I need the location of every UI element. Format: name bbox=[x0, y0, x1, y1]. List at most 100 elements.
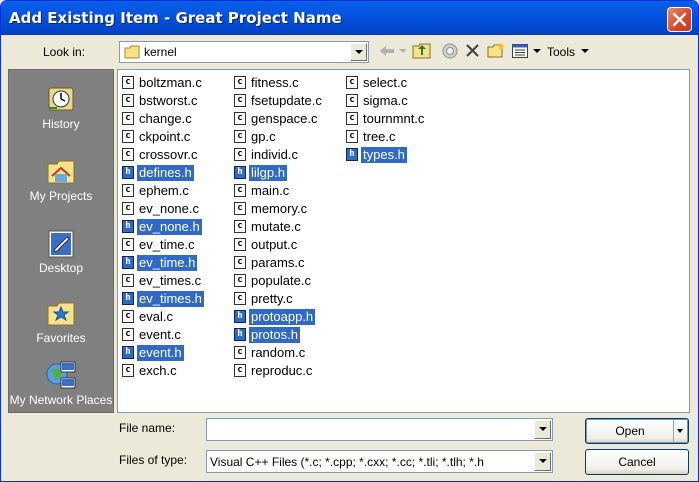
history-icon bbox=[48, 87, 74, 111]
file-name: params.c bbox=[251, 255, 305, 270]
file-name: reproduc.c bbox=[251, 363, 313, 378]
file-name: ev_time.h bbox=[137, 255, 198, 271]
c-source-file-icon: c bbox=[234, 130, 246, 143]
files-of-type-dropdown-button[interactable] bbox=[534, 452, 551, 471]
file-name: sigma.c bbox=[363, 93, 408, 108]
header-file-icon: h bbox=[234, 328, 246, 341]
file-name: ev_none.h bbox=[137, 219, 202, 235]
file-name: exch.c bbox=[139, 363, 177, 378]
header-file-icon: h bbox=[234, 310, 246, 323]
header-file-icon: h bbox=[234, 166, 246, 179]
file-name: pretty.c bbox=[251, 291, 293, 306]
c-source-file-icon: c bbox=[122, 94, 134, 107]
c-source-file-icon: c bbox=[234, 364, 246, 377]
place-favorites-label: Favorites bbox=[36, 331, 86, 345]
my-projects-icon bbox=[47, 160, 75, 184]
file-name: ckpoint.c bbox=[139, 129, 191, 144]
c-source-file-icon: c bbox=[234, 346, 246, 359]
places-bar: History My Projects Desktop Favorites My… bbox=[8, 69, 114, 413]
window-title: Add Existing Item - Great Project Name bbox=[9, 9, 342, 27]
c-source-file-icon: c bbox=[346, 76, 358, 89]
place-history-label: History bbox=[42, 117, 80, 131]
c-source-file-icon: c bbox=[122, 130, 134, 143]
file-name: fitness.c bbox=[251, 75, 299, 90]
c-source-file-icon: c bbox=[234, 184, 246, 197]
file-name: mutate.c bbox=[251, 219, 301, 234]
delete-icon[interactable] bbox=[465, 43, 480, 58]
c-source-file-icon: c bbox=[346, 112, 358, 125]
file-name: individ.c bbox=[251, 147, 298, 162]
header-file-icon: h bbox=[122, 292, 134, 305]
network-places-icon bbox=[46, 361, 76, 389]
c-source-file-icon: c bbox=[234, 112, 246, 125]
c-source-file-icon: c bbox=[122, 76, 134, 89]
c-source-file-icon: c bbox=[122, 364, 134, 377]
views-icon[interactable] bbox=[512, 44, 528, 58]
file-name: crossovr.c bbox=[139, 147, 198, 162]
c-source-file-icon: c bbox=[234, 292, 246, 305]
close-button[interactable] bbox=[667, 7, 692, 32]
file-name-label: File name: bbox=[119, 421, 175, 435]
file-list[interactable]: c boltzman.c c bstworst.c c change.c c ckpoint.… bbox=[117, 69, 690, 413]
files-of-type-label: Files of type: bbox=[119, 453, 187, 467]
c-source-file-icon: c bbox=[346, 94, 358, 107]
header-file-icon: h bbox=[122, 166, 134, 179]
place-my-projects-label: My Projects bbox=[29, 189, 93, 203]
header-file-icon: h bbox=[122, 256, 134, 269]
look-in-label-text: Look in: bbox=[43, 45, 86, 59]
look-in-dropdown-button[interactable] bbox=[350, 43, 367, 61]
header-file-icon: h bbox=[122, 346, 134, 359]
tools-menu[interactable]: Tools bbox=[547, 45, 575, 59]
c-source-file-icon: c bbox=[234, 274, 246, 287]
title-bar[interactable]: Add Existing Item - Great Project Name bbox=[1, 1, 698, 35]
file-name: change.c bbox=[139, 111, 192, 126]
file-name: defines.h bbox=[137, 165, 194, 181]
up-folder-icon[interactable] bbox=[412, 42, 432, 60]
file-name: lilgp.h bbox=[249, 165, 287, 181]
c-source-file-icon: c bbox=[234, 202, 246, 215]
file-name: event.c bbox=[139, 327, 181, 342]
back-dropdown-icon[interactable] bbox=[399, 49, 407, 54]
open-options-dropdown[interactable] bbox=[673, 419, 688, 443]
file-name: ev_times.h bbox=[137, 291, 204, 307]
cancel-button[interactable]: Cancel bbox=[585, 449, 689, 475]
file-name-dropdown-button[interactable] bbox=[534, 420, 551, 439]
tools-label: Tools bbox=[547, 45, 576, 59]
c-source-file-icon: c bbox=[234, 256, 246, 269]
file-name: main.c bbox=[251, 183, 290, 198]
c-source-file-icon: c bbox=[122, 310, 134, 323]
header-file-icon: h bbox=[346, 148, 358, 161]
place-desktop-label: Desktop bbox=[38, 261, 84, 275]
file-name: fsetupdate.c bbox=[251, 93, 322, 108]
c-source-file-icon: c bbox=[122, 238, 134, 251]
place-network-label: My Network Places bbox=[9, 393, 113, 407]
new-folder-icon[interactable] bbox=[487, 42, 505, 59]
back-arrow-icon[interactable] bbox=[379, 45, 395, 57]
file-name: eval.c bbox=[139, 309, 173, 324]
c-source-file-icon: c bbox=[122, 184, 134, 197]
file-name-input[interactable] bbox=[206, 418, 553, 441]
c-source-file-icon: c bbox=[234, 238, 246, 251]
open-button-label: Open bbox=[615, 424, 645, 438]
file-name: protos.h bbox=[249, 327, 300, 343]
look-in-combo[interactable]: kernel bbox=[119, 41, 369, 63]
look-in-value: kernel bbox=[144, 45, 177, 59]
file-name: types.h bbox=[361, 147, 407, 163]
file-name: gp.c bbox=[251, 129, 276, 144]
file-name: ev_time.c bbox=[139, 237, 195, 252]
file-name: genspace.c bbox=[251, 111, 318, 126]
file-name: protoapp.h bbox=[249, 309, 316, 325]
favorites-icon bbox=[47, 302, 75, 326]
c-source-file-icon: c bbox=[234, 148, 246, 161]
tools-dropdown-icon[interactable] bbox=[581, 49, 589, 54]
header-file-icon: h bbox=[122, 220, 134, 233]
views-dropdown-icon[interactable] bbox=[533, 49, 541, 54]
search-web-icon[interactable] bbox=[441, 42, 459, 60]
file-name: memory.c bbox=[251, 201, 308, 216]
c-source-file-icon: c bbox=[234, 220, 246, 233]
file-name: ephem.c bbox=[139, 183, 189, 198]
files-of-type-value: Visual C++ Files (*.c; *.cpp; *.cxx; *.c… bbox=[210, 455, 484, 469]
files-of-type-select[interactable]: Visual C++ Files (*.c; *.cpp; *.cxx; *.c… bbox=[206, 450, 553, 473]
c-source-file-icon: c bbox=[234, 76, 246, 89]
file-name: boltzman.c bbox=[139, 75, 202, 90]
